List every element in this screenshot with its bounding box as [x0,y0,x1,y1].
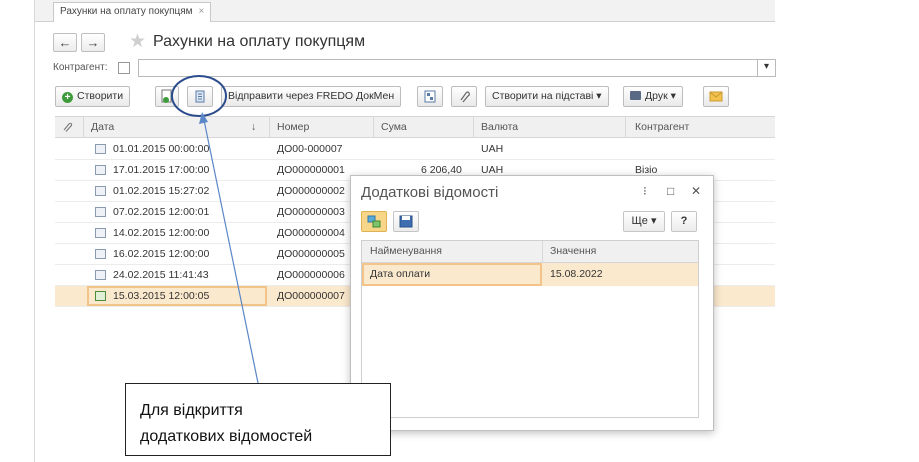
callout-text: Для відкриття додаткових відомостей [140,398,312,450]
create-button[interactable]: + Створити [55,86,131,107]
plus-icon: + [62,92,73,103]
column-header-name[interactable]: Найменування [370,245,442,257]
column-separator [83,117,84,138]
additional-info-button[interactable] [187,86,213,107]
counterparty-filter-input[interactable] [138,59,758,77]
document-icon [95,207,106,217]
more-button[interactable]: Ще ▾ [623,211,665,232]
cell-date: 14.02.2015 12:00:00 [113,227,210,239]
properties-header: Найменування Значення [362,241,698,263]
property-value: 15.08.2022 [550,268,603,280]
column-separator [373,117,374,138]
back-button[interactable]: ← [53,33,77,52]
cell-date: 01.01.2015 00:00:00 [113,143,210,155]
copy-document-icon [161,89,172,103]
cell-number: ДО000000003 [277,206,345,218]
cell-number: ДО000000007 [277,290,345,302]
cell-currency: UAH [481,143,504,155]
callout-line-2: додаткових відомостей [140,428,313,445]
tab-close-icon[interactable]: × [199,6,205,17]
page-title: Рахунки на оплату покупцям [153,33,366,50]
grid-header: Дата ↓ Номер Сума Валюта Контрагент [55,116,775,138]
document-icon [95,144,106,154]
column-separator [269,117,270,138]
document-icon [95,186,106,196]
column-separator [625,117,626,138]
counterparty-filter-label: Контрагент: [53,62,108,73]
dialog-menu-icon[interactable]: ⁝ [643,184,647,198]
document-icon [95,270,106,280]
cell-date: 16.02.2015 12:00:00 [113,248,210,260]
print-button[interactable]: Друк ▾ [623,86,683,107]
document-icon [95,165,106,175]
tab-invoices[interactable]: Рахунки на оплату покупцям × [53,2,212,22]
tab-bar: Рахунки на оплату покупцям × [35,0,775,22]
select-value-button[interactable] [361,211,387,232]
annotation-callout: Для відкриття додаткових відомостей [125,383,391,456]
email-button[interactable] [703,86,729,107]
table-row[interactable]: 01.01.2015 00:00:00 ДО00-000007 UAH [55,139,775,160]
posted-document-icon [95,291,106,301]
select-icon [367,215,381,228]
attachment-column-icon [61,121,73,136]
cell-number: ДО000000004 [277,227,345,239]
save-button[interactable] [393,211,419,232]
cell-number: ДО00-000007 [277,143,343,155]
sort-descending-icon[interactable]: ↓ [251,121,256,133]
column-header-counterparty[interactable]: Контрагент [635,121,689,133]
attach-button[interactable] [451,86,477,107]
copy-document-button[interactable] [155,86,179,107]
save-icon [399,215,413,228]
dialog-maximize-icon[interactable]: □ [667,184,674,198]
create-based-on-button[interactable]: Створити на підставі ▾ [485,86,609,107]
printer-icon [630,91,641,100]
counterparty-filter-checkbox[interactable] [118,62,130,74]
properties-table: Найменування Значення Дата оплати 15.08.… [361,240,699,418]
cell-number: ДО000000001 [277,164,345,176]
cell-date: 24.02.2015 11:41:43 [113,269,209,281]
list-icon [195,90,205,103]
favorite-star-icon[interactable]: ★ [129,30,146,53]
hierarchy-icon [424,90,436,103]
column-separator [542,241,543,262]
help-button[interactable]: ? [671,211,697,232]
properties-row-selected[interactable]: Дата оплати 15.08.2022 [362,263,698,286]
create-label: Створити [77,90,124,102]
cell-date: 01.02.2015 15:27:02 [113,185,210,197]
cell-date: 17.01.2015 17:00:00 [113,164,210,176]
column-header-date[interactable]: Дата [91,121,114,133]
cell-number: ДО000000005 [277,248,345,260]
dialog-title: Додаткові відомості [361,184,499,201]
cell-number: ДО000000002 [277,185,345,197]
callout-line-1: Для відкриття [140,402,243,419]
cell-date: 15.03.2015 12:00:05 [113,290,210,302]
column-header-number[interactable]: Номер [277,121,309,133]
envelope-icon [709,91,723,102]
document-icon [95,249,106,259]
tab-label: Рахунки на оплату покупцям [60,6,193,17]
document-icon [95,228,106,238]
structure-button[interactable] [417,86,443,107]
column-separator [473,117,474,138]
paperclip-icon [460,91,470,103]
forward-button[interactable]: → [81,33,105,52]
column-header-value[interactable]: Значення [550,245,596,257]
cell-date: 07.02.2015 12:00:01 [113,206,210,218]
column-header-currency[interactable]: Валюта [481,121,518,133]
property-name: Дата оплати [370,268,431,280]
dialog-close-icon[interactable]: ✕ [691,184,701,198]
column-header-sum[interactable]: Сума [381,121,407,133]
send-fredo-button[interactable]: Відправити через FREDO ДокМен [221,86,402,107]
cell-number: ДО000000006 [277,269,345,281]
chevron-down-icon[interactable]: ▾ [758,59,776,77]
print-label: Друк ▾ [645,90,676,102]
additional-info-dialog: Додаткові відомості ⁝ □ ✕ Ще ▾ ? Наймену… [350,175,714,431]
